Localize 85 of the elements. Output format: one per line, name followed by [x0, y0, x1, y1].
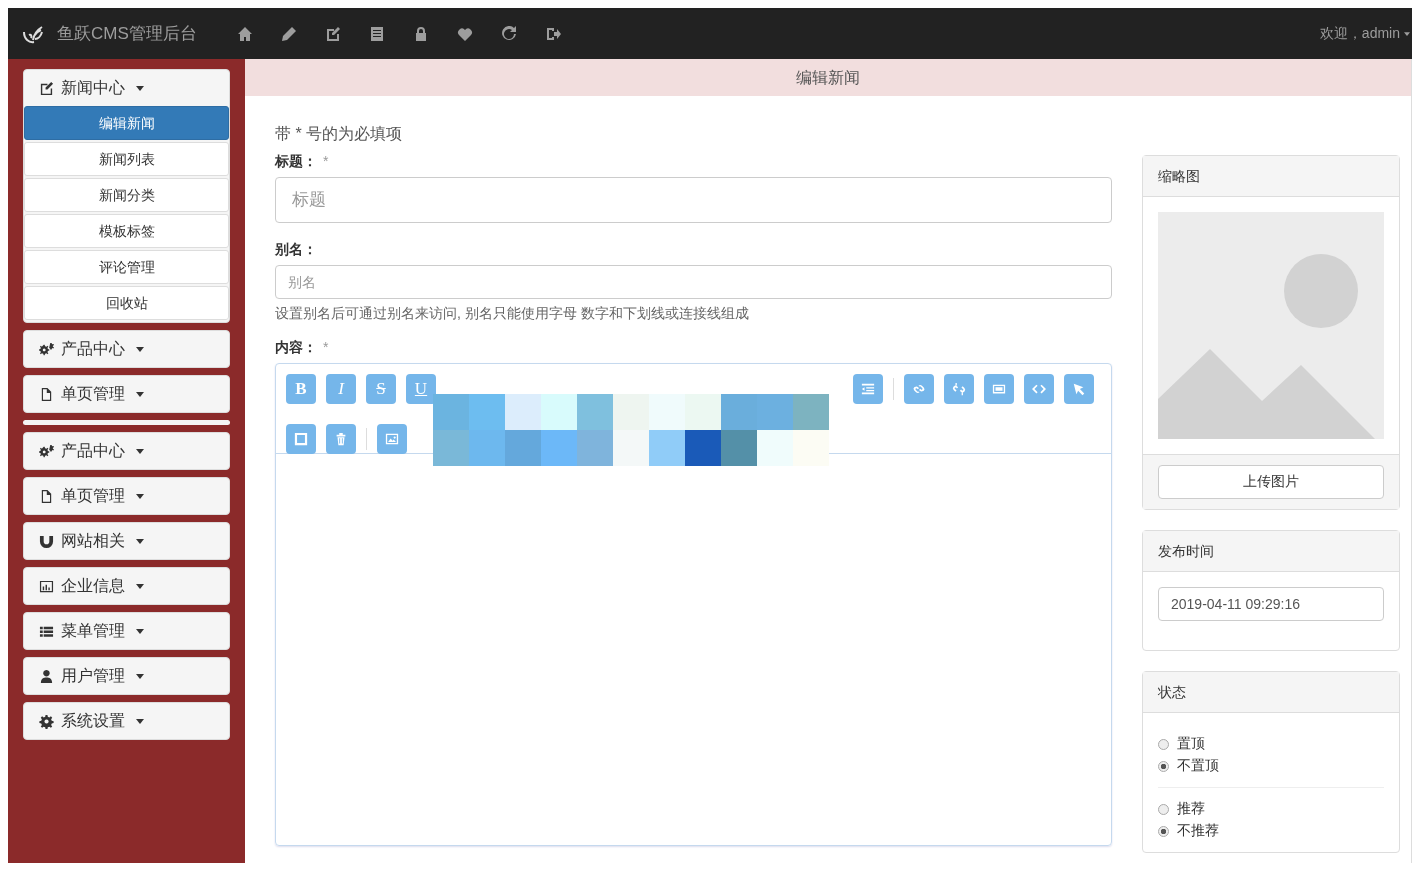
- sidebar-group[interactable]: 网站相关: [24, 523, 229, 559]
- sidebar-group[interactable]: 企业信息: [24, 568, 229, 604]
- file-icon: [39, 488, 54, 504]
- sidebar-item[interactable]: 评论管理: [24, 250, 229, 284]
- panel-title: 状态: [1143, 672, 1399, 713]
- radio-label: 不推荐: [1177, 822, 1219, 840]
- chart-icon: [39, 578, 54, 594]
- required-mark: *: [323, 339, 329, 357]
- radio-button[interactable]: [1158, 738, 1169, 750]
- edit-icon[interactable]: [324, 25, 341, 42]
- panel-title: 缩略图: [1143, 156, 1399, 197]
- magnet-icon: [39, 533, 54, 549]
- title-input[interactable]: 标题: [275, 177, 1112, 223]
- radio-label: 不置顶: [1177, 757, 1219, 775]
- unlink-button[interactable]: [944, 374, 974, 404]
- trash-button[interactable]: [326, 424, 356, 454]
- sidebar-item[interactable]: 新闻列表: [24, 142, 229, 176]
- required-note: 带 * 号的为必填项: [275, 124, 404, 144]
- heart-icon[interactable]: [456, 25, 473, 42]
- field-label: 别名：: [275, 241, 317, 259]
- sidebar-group[interactable]: 系统设置: [24, 703, 229, 739]
- file-icon: [39, 386, 54, 402]
- pointer-icon: [1072, 382, 1086, 396]
- link-button[interactable]: [904, 374, 934, 404]
- page-title: 编辑新闻: [245, 59, 1411, 96]
- alias-input[interactable]: 别名: [275, 265, 1112, 299]
- pencil-icon[interactable]: [280, 25, 297, 42]
- media-button[interactable]: [984, 374, 1014, 404]
- radio-button[interactable]: [1158, 825, 1169, 837]
- sidebar-group[interactable]: 产品中心: [24, 433, 229, 469]
- radio-button[interactable]: [1158, 803, 1169, 815]
- panel-title: 发布时间: [1143, 531, 1399, 572]
- caret-icon: [136, 346, 144, 352]
- edit-icon: [39, 80, 54, 96]
- media-icon: [992, 382, 1006, 396]
- caret-icon: [136, 628, 144, 634]
- image-button[interactable]: [377, 424, 407, 454]
- radio-button[interactable]: [1158, 760, 1169, 772]
- gear-icon: [39, 713, 54, 729]
- pointer-button[interactable]: [1064, 374, 1094, 404]
- caret-icon: [136, 85, 144, 91]
- gears-icon: [39, 341, 54, 357]
- sidebar-group[interactable]: 菜单管理: [24, 613, 229, 649]
- datetime-input[interactable]: 2019-04-11 09:29:16: [1158, 587, 1384, 621]
- sidebar-item[interactable]: 模板标签: [24, 214, 229, 248]
- caret-icon: [136, 391, 144, 397]
- sidebar-item[interactable]: 新闻分类: [24, 178, 229, 212]
- sidebar-group[interactable]: 用户管理: [24, 658, 229, 694]
- sidebar-group[interactable]: 新闻中心: [24, 70, 229, 106]
- radio-label: 推荐: [1177, 800, 1205, 818]
- logout-icon[interactable]: [544, 25, 561, 42]
- caret-icon: [1404, 31, 1410, 36]
- outdent-icon: [861, 382, 875, 396]
- sidebar-group[interactable]: 单页管理: [24, 376, 229, 412]
- square-button[interactable]: [286, 424, 316, 454]
- sidebar-item[interactable]: 回收站: [24, 286, 229, 320]
- user-icon: [39, 668, 54, 684]
- caret-icon: [136, 673, 144, 679]
- caret-icon: [136, 448, 144, 454]
- caret-icon: [136, 718, 144, 724]
- user-menu[interactable]: 欢迎，admin: [1319, 24, 1400, 43]
- home-icon[interactable]: [236, 25, 253, 42]
- list-icon[interactable]: [368, 25, 385, 42]
- caret-icon: [136, 583, 144, 589]
- caret-icon: [136, 493, 144, 499]
- gears-icon: [39, 443, 54, 459]
- radio-label: 置顶: [1177, 735, 1205, 753]
- help-text: 设置别名后可通过别名来访问, 别名只能使用字母 数字和下划线或连接线组成: [275, 305, 750, 323]
- required-mark: *: [323, 153, 329, 171]
- upload-button[interactable]: 上传图片: [1158, 465, 1384, 499]
- sidebar-group[interactable]: 产品中心: [24, 331, 229, 367]
- code-button[interactable]: [1024, 374, 1054, 404]
- image-icon: [385, 432, 399, 446]
- refresh-icon[interactable]: [500, 25, 517, 42]
- caret-icon: [136, 538, 144, 544]
- field-label: 内容：: [275, 339, 317, 357]
- sidebar-group[interactable]: 单页管理: [24, 478, 229, 514]
- unlink-icon: [952, 382, 966, 396]
- brand-title[interactable]: 鱼跃CMS管理后台: [57, 22, 197, 45]
- trash-icon: [334, 432, 348, 446]
- code-icon: [1032, 382, 1046, 396]
- field-label: 标题：: [275, 153, 317, 171]
- sidebar-item[interactable]: 编辑新闻: [24, 106, 229, 140]
- link-icon: [912, 382, 926, 396]
- outdent-button[interactable]: [853, 374, 883, 404]
